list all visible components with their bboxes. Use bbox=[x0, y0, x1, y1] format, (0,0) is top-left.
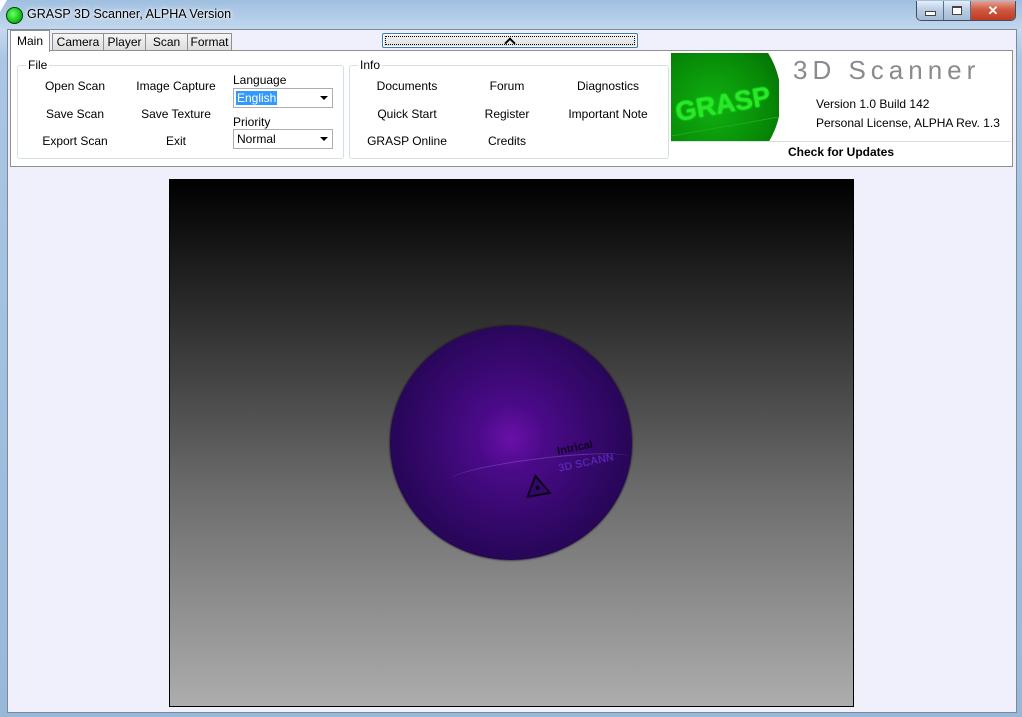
maximize-icon bbox=[952, 6, 962, 15]
priority-select[interactable]: Normal bbox=[233, 129, 333, 149]
priority-label: Priority bbox=[233, 115, 271, 129]
license-text: Personal License, ALPHA Rev. 1.3 bbox=[816, 116, 1000, 130]
save-scan-button[interactable]: Save Scan bbox=[46, 107, 104, 121]
priority-value: Normal bbox=[237, 132, 276, 146]
file-group: File Open Scan Image Capture Save Scan S… bbox=[17, 58, 344, 159]
app-icon bbox=[6, 7, 23, 24]
image-capture-button[interactable]: Image Capture bbox=[136, 79, 215, 93]
tab-main[interactable]: Main bbox=[10, 30, 50, 52]
about-panel: GRASP 3D Scanner Version 1.0 Build 142 P… bbox=[671, 53, 1011, 165]
documents-button[interactable]: Documents bbox=[377, 79, 438, 93]
export-scan-button[interactable]: Export Scan bbox=[42, 134, 107, 148]
open-scan-button[interactable]: Open Scan bbox=[45, 79, 105, 93]
3d-viewport[interactable]: Intrical 3D SCANN bbox=[169, 179, 854, 707]
tab-scan[interactable]: Scan bbox=[145, 33, 188, 51]
scanned-model-sphere[interactable]: Intrical 3D SCANN bbox=[390, 326, 632, 560]
close-icon: ✕ bbox=[987, 2, 999, 18]
dropdown-arrow-icon bbox=[320, 137, 328, 141]
maximize-button[interactable] bbox=[944, 1, 971, 20]
quick-start-button[interactable]: Quick Start bbox=[377, 107, 436, 121]
app-window: GRASP 3D Scanner, ALPHA Version ✕ Main C… bbox=[0, 0, 1022, 717]
diagnostics-button[interactable]: Diagnostics bbox=[577, 79, 639, 93]
minimize-button[interactable] bbox=[917, 1, 944, 20]
info-group-label: Info bbox=[358, 58, 383, 72]
forum-button[interactable]: Forum bbox=[490, 79, 525, 93]
title-bar[interactable]: GRASP 3D Scanner, ALPHA Version ✕ bbox=[0, 0, 1022, 29]
info-group: Info Documents Forum Diagnostics Quick S… bbox=[349, 58, 669, 159]
grasp-online-button[interactable]: GRASP Online bbox=[367, 134, 447, 148]
divider bbox=[671, 141, 1011, 142]
mouse-cursor-icon bbox=[0, 0, 7, 12]
laser-warning-icon bbox=[522, 471, 552, 499]
product-title: 3D Scanner bbox=[793, 55, 981, 85]
client-area: Main Camera Player Scan Format File Open… bbox=[7, 29, 1017, 713]
version-text: Version 1.0 Build 142 bbox=[816, 97, 930, 111]
minimize-icon bbox=[924, 11, 936, 16]
dropdown-arrow-icon bbox=[320, 96, 328, 100]
grasp-logo: GRASP bbox=[671, 53, 779, 141]
important-note-button[interactable]: Important Note bbox=[568, 107, 647, 121]
collapse-ribbon-button[interactable] bbox=[382, 33, 638, 49]
window-title: GRASP 3D Scanner, ALPHA Version bbox=[27, 7, 232, 21]
save-texture-button[interactable]: Save Texture bbox=[141, 107, 211, 121]
language-select[interactable]: English bbox=[233, 88, 333, 108]
tab-format[interactable]: Format bbox=[187, 33, 232, 51]
credits-button[interactable]: Credits bbox=[488, 134, 526, 148]
language-label: Language bbox=[233, 73, 287, 87]
tab-camera[interactable]: Camera bbox=[52, 33, 104, 51]
close-button[interactable]: ✕ bbox=[971, 1, 1015, 20]
tab-player[interactable]: Player bbox=[103, 33, 146, 51]
check-updates-button[interactable]: Check for Updates bbox=[671, 145, 1011, 159]
tab-bar: Main Camera Player Scan Format bbox=[8, 30, 1016, 52]
ribbon-panel: File Open Scan Image Capture Save Scan S… bbox=[10, 50, 1013, 167]
window-controls: ✕ bbox=[916, 1, 1016, 21]
file-group-label: File bbox=[26, 58, 50, 72]
register-button[interactable]: Register bbox=[485, 107, 530, 121]
language-value: English bbox=[236, 91, 278, 105]
exit-button[interactable]: Exit bbox=[166, 134, 186, 148]
